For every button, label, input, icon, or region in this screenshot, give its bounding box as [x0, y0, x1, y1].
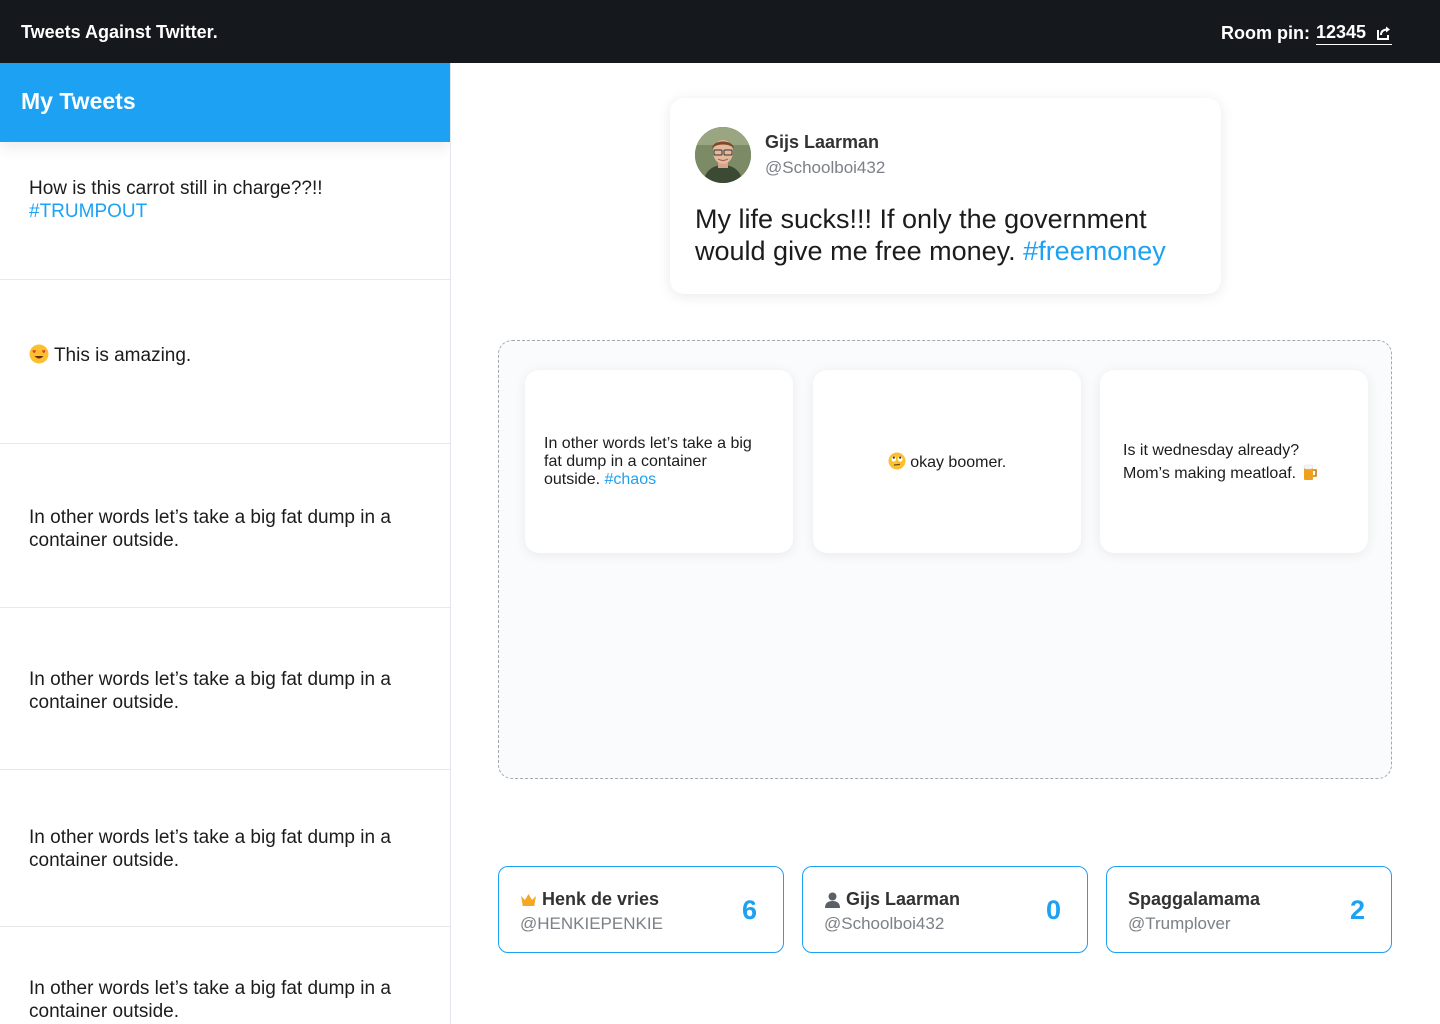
- player-name-row: Spaggalamama: [1128, 889, 1260, 910]
- prompt-author-name: Gijs Laarman: [765, 132, 880, 152]
- player-name-row: Henk de vries: [520, 889, 659, 910]
- share-icon: [1377, 26, 1390, 40]
- beer-emoji-icon: [1303, 464, 1317, 480]
- answer-line-2: Mom’s making meatloaf.: [1123, 464, 1297, 482]
- sidebar-tweet-text: In other words let’s take a big fat dump…: [29, 506, 391, 551]
- prompt-tweet-text: My life sucks!!! If only the government …: [695, 203, 1195, 267]
- player-score: 2: [1349, 895, 1365, 925]
- sidebar-tweet-hashtag[interactable]: #TRUMPOUT: [29, 200, 421, 223]
- sidebar-tweet-1[interactable]: How is this carrot still in charge??!! #…: [0, 142, 450, 280]
- player-card-3: Spaggalamama @Trumplover 2: [1106, 866, 1392, 953]
- sidebar-tweet-3[interactable]: In other words let’s take a big fat dump…: [0, 444, 450, 608]
- prompt-tweet-card: Gijs Laarman @Schoolboi432 My life sucks…: [670, 98, 1221, 294]
- crown-icon: [521, 894, 536, 906]
- player-handle: @HENKIEPENKIE: [520, 914, 663, 933]
- answer-body: okay boomer.: [910, 453, 1007, 471]
- player-card-1: Henk de vries @HENKIEPENKIE 6: [498, 866, 784, 953]
- player-name-row: Gijs Laarman: [824, 889, 960, 910]
- sidebar-tweet-text: In other words let’s take a big fat dump…: [29, 978, 391, 1022]
- player-handle: @Trumplover: [1128, 914, 1231, 933]
- user-icon: [825, 892, 840, 908]
- answer-hashtag[interactable]: #chaos: [605, 471, 657, 488]
- answer-card-3[interactable]: Is it wednesday already? Mom’s making me…: [1100, 370, 1368, 553]
- app-title: Tweets Against Twitter.: [21, 22, 218, 42]
- room-pin-link[interactable]: 12345: [1315, 22, 1392, 45]
- player-name: Gijs Laarman: [846, 889, 961, 909]
- sidebar-title: My Tweets: [0, 63, 450, 142]
- room-pin-value: 12345: [1315, 22, 1366, 42]
- prompt-author-handle: @Schoolboi432: [765, 158, 886, 177]
- player-handle: @Schoolboi432: [824, 914, 945, 933]
- my-tweets-sidebar: My Tweets How is this carrot still in ch…: [0, 63, 451, 1024]
- answer-line-2-container: Mom’s making meatloaf.: [1123, 462, 1345, 485]
- sidebar-tweet-text: In other words let’s take a big fat dump…: [29, 668, 391, 713]
- sidebar-tweet-4[interactable]: In other words let’s take a big fat dump…: [0, 608, 450, 770]
- sidebar-tweet-5[interactable]: In other words let’s take a big fat dump…: [0, 770, 450, 927]
- eye-roll-emoji-icon: [888, 452, 906, 469]
- player-name: Henk de vries: [542, 889, 660, 909]
- top-bar: Tweets Against Twitter. Room pin: 12345: [0, 0, 1440, 63]
- player-card-2: Gijs Laarman @Schoolboi432 0: [802, 866, 1088, 953]
- answer-line-1: Is it wednesday already?: [1123, 441, 1300, 459]
- player-score: 0: [1045, 895, 1061, 925]
- sidebar-tweet-text: How is this carrot still in charge??!!: [29, 178, 323, 199]
- player-score: 6: [741, 895, 757, 925]
- sidebar-tweet-2[interactable]: This is amazing.: [0, 280, 450, 444]
- answer-card-1[interactable]: In other words let’s take a big fat dump…: [525, 370, 793, 553]
- avatar: [695, 127, 751, 183]
- sidebar-tweet-text: This is amazing.: [53, 345, 192, 366]
- player-name: Spaggalamama: [1128, 889, 1261, 909]
- prompt-hashtag[interactable]: #freemoney: [1023, 236, 1166, 266]
- answer-text: okay boomer.: [813, 452, 1081, 472]
- answer-card-2[interactable]: okay boomer.: [813, 370, 1081, 553]
- sidebar-tweet-line: This is amazing.: [29, 344, 421, 367]
- sidebar-tweet-6[interactable]: In other words let’s take a big fat dump…: [0, 927, 450, 1024]
- room-pin-container: Room pin: 12345: [1221, 22, 1392, 45]
- room-pin-label: Room pin:: [1220, 23, 1310, 43]
- answer-text: In other words let’s take a big fat dump…: [525, 435, 775, 489]
- heart-eyes-emoji-icon: [29, 344, 49, 364]
- answer-text: Is it wednesday already? Mom’s making me…: [1100, 439, 1368, 485]
- sidebar-tweet-text: In other words let’s take a big fat dump…: [29, 827, 391, 871]
